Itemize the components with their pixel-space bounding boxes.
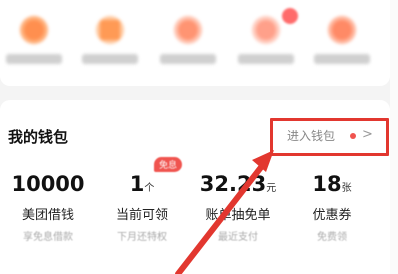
arrow-shaft bbox=[175, 163, 265, 274]
arrow-head bbox=[252, 150, 274, 172]
annotation-arrow bbox=[175, 150, 274, 274]
